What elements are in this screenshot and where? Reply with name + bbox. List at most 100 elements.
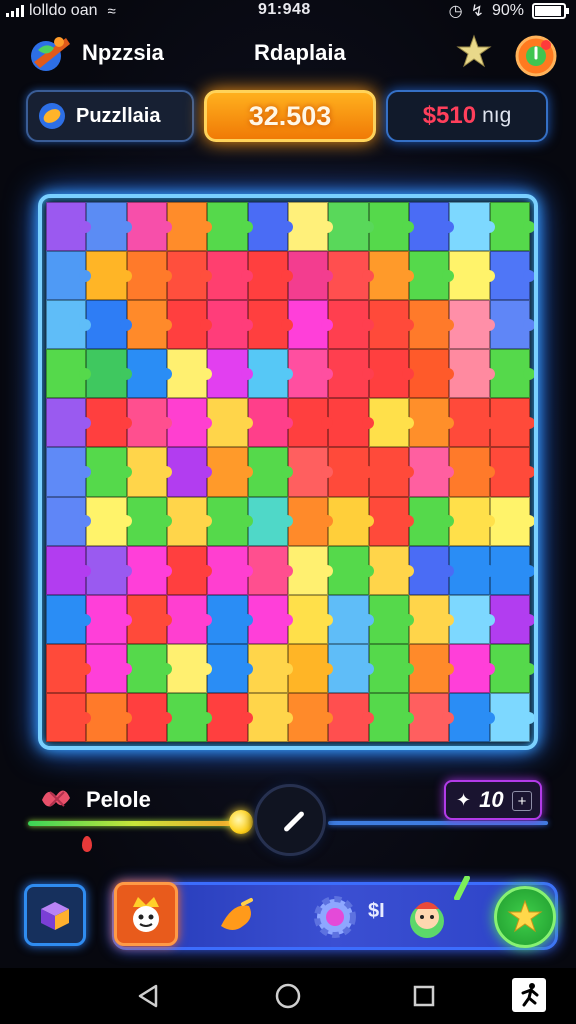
puzzle-piece[interactable] <box>207 251 254 301</box>
puzzle-piece[interactable] <box>489 251 534 301</box>
puzzle-piece[interactable] <box>126 251 173 301</box>
box-button[interactable] <box>24 884 86 946</box>
puzzle-piece[interactable] <box>46 300 92 350</box>
puzzle-piece[interactable] <box>46 447 92 497</box>
puzzle-piece[interactable] <box>247 496 294 546</box>
puzzle-piece[interactable] <box>328 447 375 497</box>
puzzle-piece[interactable] <box>86 251 133 301</box>
puzzle-piece[interactable] <box>287 300 334 350</box>
puzzle-piece[interactable] <box>408 692 455 742</box>
slider-track-empty[interactable] <box>328 821 548 825</box>
puzzle-piece[interactable] <box>86 643 133 693</box>
puzzle-piece[interactable] <box>126 349 173 399</box>
puzzle-piece[interactable] <box>489 300 534 350</box>
puzzle-piece[interactable] <box>368 545 415 595</box>
bell-tool[interactable] <box>210 894 266 942</box>
puzzle-piece[interactable] <box>328 349 375 399</box>
puzzle-piece[interactable] <box>46 202 92 252</box>
puzzle-piece[interactable] <box>126 447 173 497</box>
puzzle-piece[interactable] <box>86 202 133 252</box>
puzzle-piece[interactable] <box>126 643 173 693</box>
puzzle-piece[interactable] <box>46 692 92 742</box>
puzzle-piece[interactable] <box>449 300 496 350</box>
puzzle-piece[interactable] <box>126 202 173 252</box>
puzzle-board[interactable] <box>46 202 534 742</box>
puzzle-piece[interactable] <box>449 545 496 595</box>
puzzle-piece[interactable] <box>368 398 415 448</box>
slider-thumb[interactable] <box>229 810 254 834</box>
puzzle-piece[interactable] <box>368 251 415 301</box>
puzzle-piece[interactable] <box>86 349 133 399</box>
puzzle-piece[interactable] <box>287 643 334 693</box>
puzzle-piece[interactable] <box>489 545 534 595</box>
puzzle-piece[interactable] <box>126 300 173 350</box>
puzzle-piece[interactable] <box>328 594 375 644</box>
puzzle-piece[interactable] <box>207 349 254 399</box>
puzzle-piece[interactable] <box>408 496 455 546</box>
puzzle-piece[interactable] <box>449 692 496 742</box>
money-display[interactable]: $510 nıg <box>386 90 548 142</box>
add-button[interactable]: + <box>512 791 532 811</box>
puzzle-piece[interactable] <box>489 398 534 448</box>
puzzle-piece[interactable] <box>166 545 213 595</box>
puzzle-piece[interactable] <box>46 643 92 693</box>
puzzle-piece[interactable] <box>166 496 213 546</box>
puzzle-piece[interactable] <box>86 300 133 350</box>
puzzle-piece[interactable] <box>126 545 173 595</box>
puzzle-piece[interactable] <box>247 643 294 693</box>
puzzle-pack-button[interactable]: Puzzllaia <box>26 90 194 142</box>
puzzle-piece[interactable] <box>449 496 496 546</box>
puzzle-piece[interactable] <box>489 202 534 252</box>
puzzle-piece[interactable] <box>126 398 173 448</box>
puzzle-piece[interactable] <box>408 202 455 252</box>
puzzle-piece[interactable] <box>408 594 455 644</box>
puzzle-piece[interactable] <box>489 594 534 644</box>
puzzle-piece[interactable] <box>408 251 455 301</box>
puzzle-piece[interactable] <box>166 251 213 301</box>
puzzle-piece[interactable] <box>207 594 254 644</box>
puzzle-piece[interactable] <box>368 496 415 546</box>
puzzle-piece[interactable] <box>287 398 334 448</box>
puzzle-piece[interactable] <box>247 447 294 497</box>
puzzle-piece[interactable] <box>166 594 213 644</box>
puzzle-piece[interactable] <box>489 447 534 497</box>
puzzle-piece[interactable] <box>408 447 455 497</box>
puzzle-piece[interactable] <box>287 349 334 399</box>
puzzle-piece[interactable] <box>408 300 455 350</box>
puzzle-piece[interactable] <box>368 349 415 399</box>
puzzle-piece[interactable] <box>247 692 294 742</box>
puzzle-piece[interactable] <box>207 398 254 448</box>
puzzle-piece[interactable] <box>207 300 254 350</box>
puzzle-piece[interactable] <box>287 251 334 301</box>
puzzle-piece[interactable] <box>166 692 213 742</box>
star-icon[interactable] <box>456 34 492 70</box>
back-button[interactable] <box>134 982 162 1010</box>
puzzle-piece[interactable] <box>287 692 334 742</box>
puzzle-piece[interactable] <box>328 692 375 742</box>
puzzle-piece[interactable] <box>247 594 294 644</box>
puzzle-piece[interactable] <box>207 202 254 252</box>
puzzle-piece[interactable] <box>86 398 133 448</box>
puzzle-piece[interactable] <box>207 545 254 595</box>
puzzle-piece[interactable] <box>86 496 133 546</box>
puzzle-piece[interactable] <box>489 643 534 693</box>
puzzle-piece[interactable] <box>328 496 375 546</box>
home-button[interactable] <box>274 982 302 1010</box>
puzzle-piece[interactable] <box>247 545 294 595</box>
puzzle-piece[interactable] <box>449 349 496 399</box>
puzzle-piece[interactable] <box>368 447 415 497</box>
counter-box[interactable]: ✦ 10 + <box>444 780 542 820</box>
puzzle-piece[interactable] <box>207 496 254 546</box>
puzzle-piece[interactable] <box>126 594 173 644</box>
puzzle-piece[interactable] <box>86 447 133 497</box>
gear-tool[interactable] <box>308 890 362 944</box>
puzzle-piece[interactable] <box>408 545 455 595</box>
puzzle-piece[interactable] <box>449 251 496 301</box>
puzzle-piece[interactable] <box>287 202 334 252</box>
puzzle-piece[interactable] <box>287 545 334 595</box>
edit-knob-button[interactable] <box>254 784 326 856</box>
character-tool[interactable] <box>400 890 454 946</box>
puzzle-piece[interactable] <box>207 692 254 742</box>
favorite-star-button[interactable] <box>494 886 556 948</box>
puzzle-piece[interactable] <box>247 349 294 399</box>
